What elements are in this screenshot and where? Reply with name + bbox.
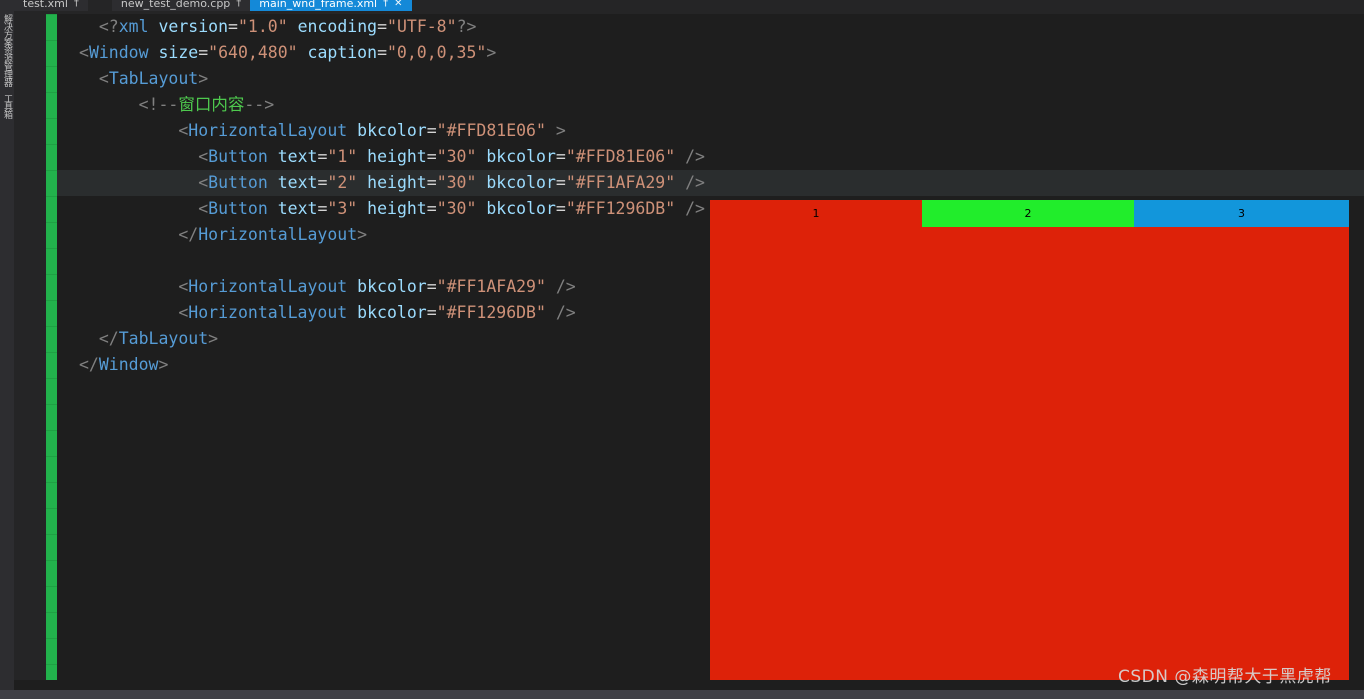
close-icon[interactable]: ✕ [394,0,402,11]
tab-new-test-demo-cpp[interactable]: new_test_demo.cpp † [111,0,251,11]
tab-bar-spacer [87,0,112,11]
code-line-text: <HorizontalLayout bkcolor="#FF1296DB" /> [178,303,576,322]
tab-label: main_wnd_frame.xml [259,0,378,10]
preview-button-row: 123 [710,200,1349,227]
pin-icon[interactable]: † [383,0,388,11]
tab-label: test.xml [23,0,68,10]
tab-bar-empty-area [411,0,1364,11]
code-line-text: </TabLayout> [98,329,219,348]
change-indicator-bar [46,14,57,695]
dock-tab-solution-explorer[interactable]: 解决方案资源管理器 [0,14,14,88]
code-line[interactable]: <Button text="2" height="30" bkcolor="#F… [57,170,1364,196]
code-line[interactable]: <!--窗口内容--> [57,92,1364,118]
code-line[interactable]: <?xml version="1.0" encoding="UTF-8"?> [57,14,1364,40]
code-line[interactable]: <HorizontalLayout bkcolor="#FFD81E06" > [57,118,1364,144]
preview-button-2[interactable]: 2 [922,200,1134,227]
code-line-text: <Button text="2" height="30" bkcolor="#F… [198,173,705,192]
pin-icon[interactable]: † [74,0,79,11]
pin-icon[interactable]: † [236,0,241,11]
tab-test-xml[interactable]: test.xml † [14,0,88,11]
editor-gutter [14,14,46,699]
code-line-text: </HorizontalLayout> [178,225,368,244]
document-tab-bar: test.xml † new_test_demo.cpp † main_wnd_… [14,0,1364,14]
preview-button-1[interactable]: 1 [710,200,922,227]
code-line-text: <Window size="640,480" caption="0,0,0,35… [79,43,497,62]
watermark: CSDN @森明帮大于黑虎帮 [1118,667,1332,687]
code-line-text: <!--窗口内容--> [138,95,275,114]
left-dock-strip: 解决方案资源管理器 工具箱 [0,0,14,699]
rendered-window-preview[interactable]: 123 [710,200,1349,680]
tab-label: new_test_demo.cpp [120,0,231,10]
code-line-text: <TabLayout> [98,69,209,88]
preview-button-3[interactable]: 3 [1134,200,1349,227]
code-line-text: </Window> [79,355,169,374]
dock-tab-toolbox[interactable]: 工具箱 [0,94,14,140]
code-line[interactable]: <Window size="640,480" caption="0,0,0,35… [57,40,1364,66]
vs-editor-window: 解决方案资源管理器 工具箱 test.xml † new_test_demo.c… [0,0,1364,699]
code-line-text: <Button text="3" height="30" bkcolor="#F… [198,199,705,218]
code-line-text: <HorizontalLayout bkcolor="#FF1AFA29" /> [178,277,576,296]
code-line-text: <?xml version="1.0" encoding="UTF-8"?> [98,17,477,36]
code-line[interactable]: <Button text="1" height="30" bkcolor="#F… [57,144,1364,170]
status-bar [0,690,1364,699]
code-line-text: <Button text="1" height="30" bkcolor="#F… [198,147,705,166]
code-line-text: <HorizontalLayout bkcolor="#FFD81E06" > [178,121,566,140]
code-line[interactable]: <TabLayout> [57,66,1364,92]
tab-main-wnd-frame-xml[interactable]: main_wnd_frame.xml † ✕ [250,0,412,11]
